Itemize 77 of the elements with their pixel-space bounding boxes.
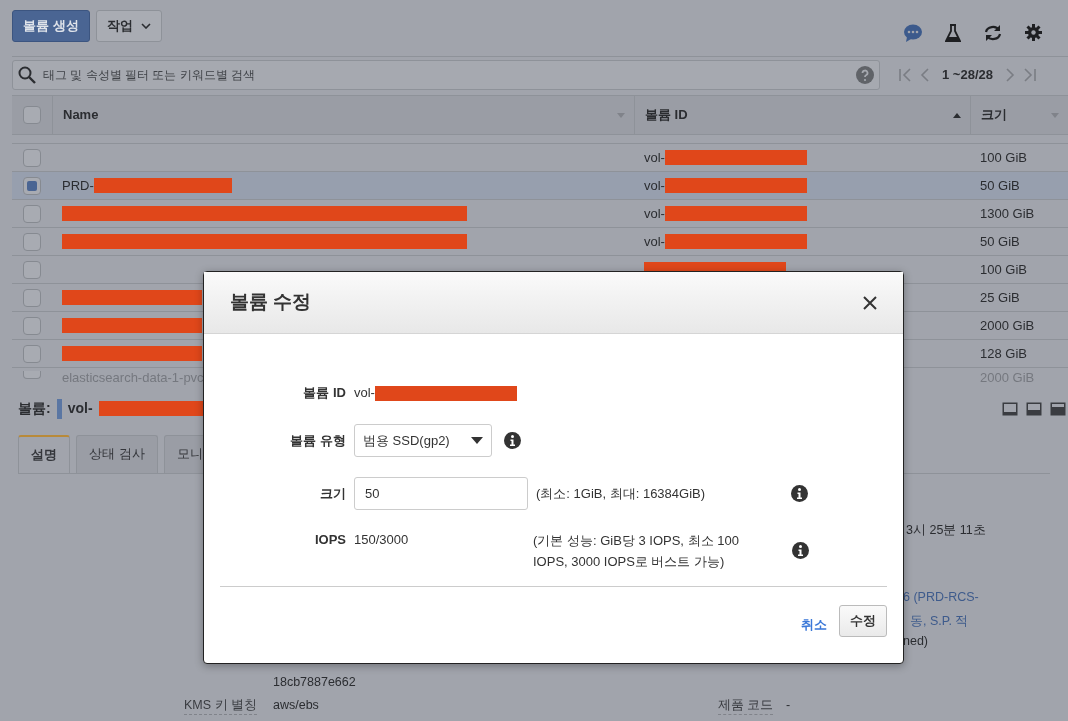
volume-size: 1300 GiB	[980, 205, 1035, 221]
detail-tab[interactable]: 설명	[18, 435, 70, 473]
volume-id: vol-	[644, 148, 665, 167]
volume-size: 50 GiB	[980, 233, 1020, 249]
field-value: aws/ebs	[273, 696, 319, 714]
create-volume-button[interactable]: 볼륨 생성	[12, 10, 90, 42]
volume-id-value: vol-	[354, 384, 375, 403]
row-checkbox[interactable]	[23, 260, 41, 279]
volume-size: 128 GiB	[980, 345, 1027, 361]
column-header[interactable]: 볼륨 ID	[634, 96, 970, 134]
field-label: IOPS	[313, 531, 347, 549]
iops-value: 150/3000	[354, 531, 410, 549]
volume-size: 2000 GiB	[980, 317, 1035, 333]
info-icon[interactable]	[504, 432, 521, 449]
cancel-link[interactable]: 취소	[801, 615, 827, 635]
field-value: -	[786, 696, 791, 714]
close-button[interactable]	[863, 295, 877, 310]
color-marker	[56, 398, 62, 419]
detail-link[interactable]: 6 (PRD-RCS-	[903, 587, 979, 607]
actions-button[interactable]: 작업	[95, 10, 162, 42]
field-label: 볼륨 ID	[302, 384, 347, 403]
row-checkbox[interactable]	[23, 288, 41, 307]
row-checkbox[interactable]	[23, 371, 41, 379]
detail-tab[interactable]: 상태 검사	[76, 435, 158, 473]
modal-title: 볼륨 수정	[230, 291, 312, 314]
caret-icon	[471, 437, 483, 444]
row-checkbox[interactable]	[23, 148, 41, 167]
search-field[interactable]: 태그 및 속성별 필터 또는 키워드별 검색	[12, 60, 880, 90]
volume-size: 100 GiB	[980, 261, 1027, 277]
search-icon	[18, 66, 36, 84]
modify-button[interactable]: 수정	[839, 605, 887, 637]
field-value: 18cb7887e662	[273, 673, 356, 691]
settings-icon[interactable]	[1025, 24, 1042, 41]
close-icon	[863, 295, 877, 310]
info-icon[interactable]	[791, 485, 809, 502]
volume-size: 25 GiB	[980, 289, 1020, 305]
detail-label: 볼륨:	[18, 399, 51, 418]
flask-icon[interactable]	[945, 24, 961, 42]
iops-hint: (기본 성능: GiB당 3 IOPS, 최소 100 IOPS, 3000 IOPS로 버스트 가능)	[533, 532, 740, 571]
panel-layout-icon[interactable]	[1002, 401, 1018, 416]
row-checkbox[interactable]	[23, 344, 41, 363]
info-icon[interactable]	[792, 542, 809, 559]
row-checkbox[interactable]	[23, 176, 41, 195]
volume-size: 100 GiB	[980, 149, 1027, 165]
help-icon	[856, 66, 874, 84]
row-checkbox[interactable]	[23, 204, 41, 223]
field-label: 볼륨 유형	[289, 431, 347, 450]
row-checkbox[interactable]	[23, 316, 41, 335]
row-checkbox[interactable]	[23, 232, 41, 251]
panel-layout-icon[interactable]	[1026, 401, 1042, 416]
column-header[interactable]: Name	[52, 96, 634, 134]
volume-id: vol-	[644, 204, 665, 223]
volume-name: PRD-	[62, 176, 94, 195]
first-page-icon[interactable]	[898, 68, 912, 82]
detail-link[interactable]: 동, S.P. 적	[910, 611, 969, 631]
next-page-icon[interactable]	[1004, 68, 1015, 82]
volume-type-select[interactable]: 범용 SSD(gp2)	[354, 424, 492, 457]
field-label: 크기	[319, 484, 347, 503]
previous-page-icon[interactable]	[920, 68, 930, 82]
size-hint: (최소: 1GiB, 최대: 16384GiB)	[536, 484, 706, 503]
field-label: 제품 코드	[718, 695, 774, 716]
detail-volume-id: vol-	[67, 399, 93, 418]
volume-id: vol-	[644, 232, 665, 251]
detail-value: 3시 25분 11초	[906, 521, 986, 539]
detail-value: ned)	[903, 632, 929, 650]
size-input[interactable]: 50	[354, 477, 528, 510]
volume-id: vol-	[644, 176, 665, 195]
field-label: KMS 키 별칭	[184, 695, 258, 716]
select-all-checkbox[interactable]	[23, 106, 41, 124]
pagination-range: 1 ~28/28	[941, 66, 994, 85]
last-page-icon[interactable]	[1022, 68, 1037, 82]
volume-size: 50 GiB	[980, 177, 1020, 193]
panel-layout-icon[interactable]	[1050, 401, 1066, 416]
refresh-icon[interactable]	[983, 24, 1003, 42]
caret-icon	[140, 23, 151, 29]
chat-icon[interactable]	[903, 24, 923, 42]
column-header[interactable]: 크기	[970, 96, 1068, 134]
